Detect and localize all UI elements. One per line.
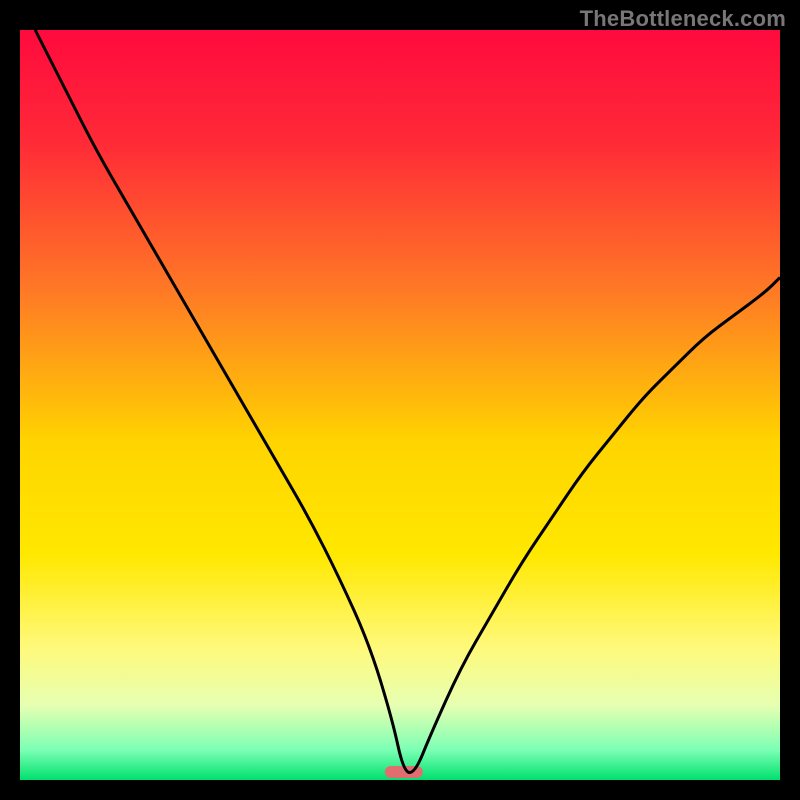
chart-frame: TheBottleneck.com [0, 0, 800, 800]
plot-svg [20, 30, 780, 780]
gradient-background [20, 30, 780, 780]
plot-area [20, 30, 780, 780]
watermark-label: TheBottleneck.com [580, 6, 786, 32]
